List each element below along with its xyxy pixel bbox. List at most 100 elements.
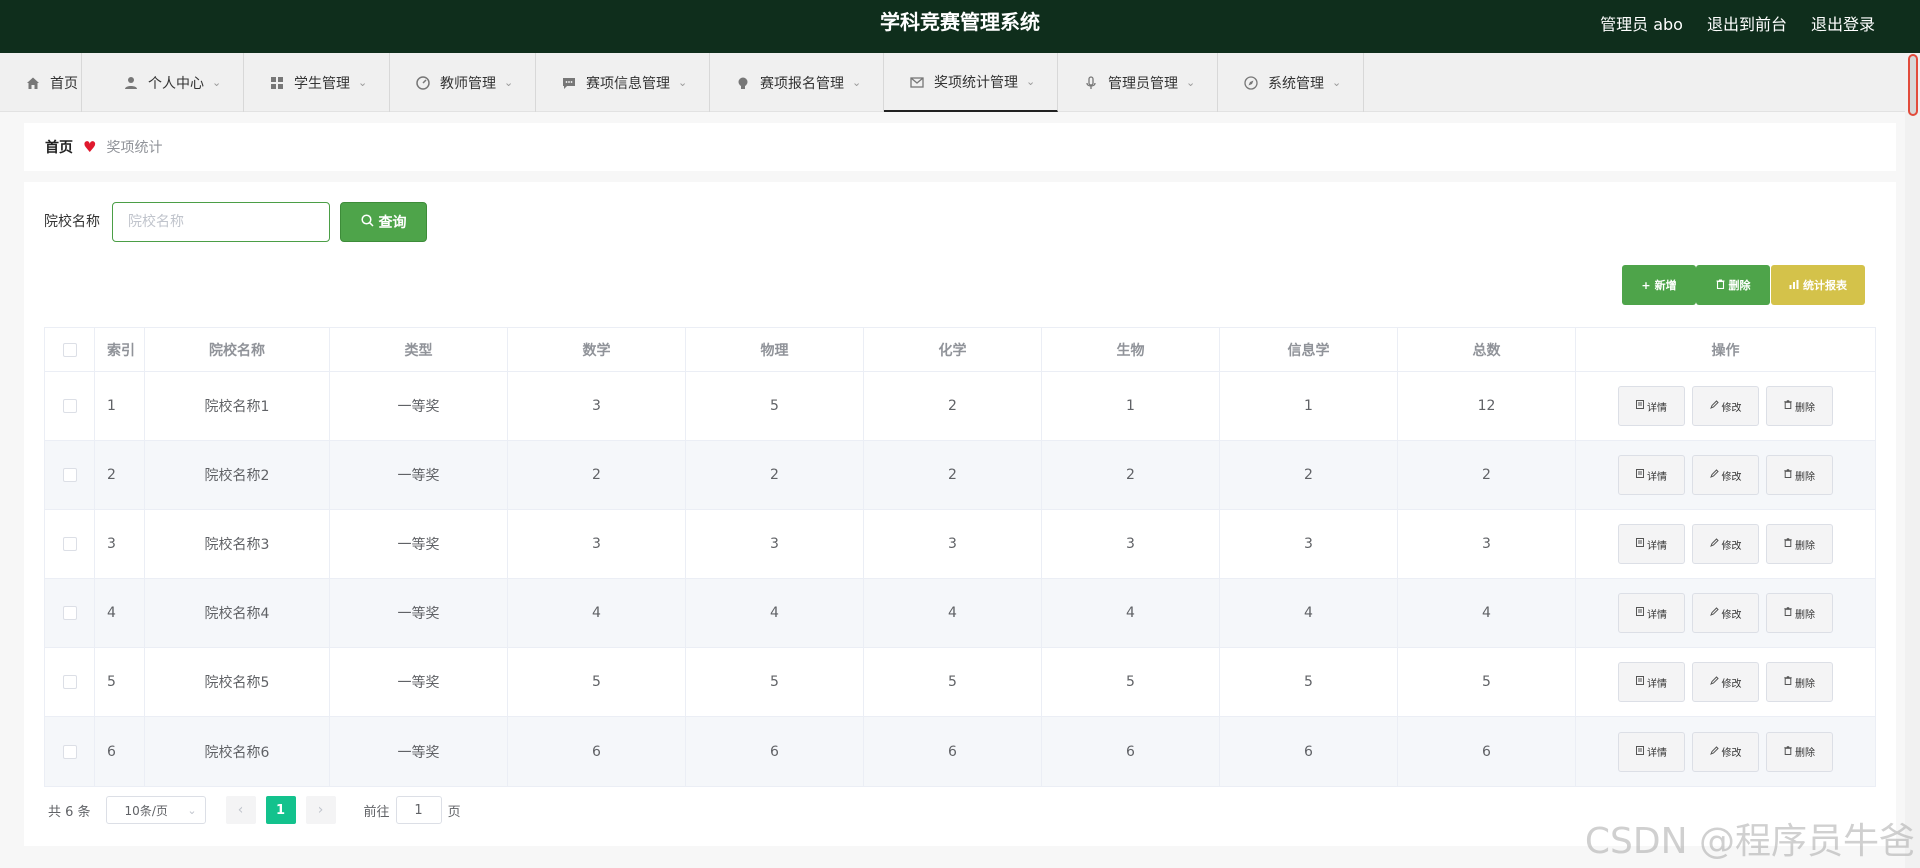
nav-label: 教师管理 [440,75,496,92]
page-scrollbar[interactable] [1905,53,1920,868]
delete-button[interactable]: 删除 [1766,524,1833,564]
logout-link[interactable]: 退出登录 [1811,11,1875,35]
document-icon [1636,745,1644,758]
home-icon [24,74,42,92]
nav-label: 赛项报名管理 [760,75,844,92]
cell-chemistry: 5 [864,648,1042,716]
nav-label: 个人中心 [148,75,204,92]
delete-button[interactable]: 删除 [1766,731,1833,772]
nav-item-award-stats-mgmt[interactable]: 奖项统计管理 ⌄ [884,53,1058,112]
chevron-down-icon: ⌄ [504,76,514,89]
table-header-row: 索引 院校名称 类型 数学 物理 化学 生物 信息学 总数 操作 [45,328,1875,372]
nav-item-teacher-mgmt[interactable]: 教师管理 ⌄ [390,53,536,112]
edit-button[interactable]: 修改 [1692,524,1759,564]
nav-item-event-info-mgmt[interactable]: 赛项信息管理 ⌄ [536,53,710,112]
nav-label: 学生管理 [294,75,350,92]
bulb-icon [734,74,752,92]
goto-suffix: 页 [447,804,461,820]
trash-icon [1784,538,1792,550]
cell-school-name: 院校名称4 [145,579,330,647]
row-checkbox[interactable] [62,537,77,551]
detail-label: 详情 [1647,471,1667,483]
detail-button[interactable]: 详情 [1618,662,1685,702]
edit-label: 修改 [1721,540,1742,552]
prev-page-button[interactable]: ‹ [225,796,256,824]
exit-to-front-link[interactable]: 退出到前台 [1707,11,1787,35]
delete-button[interactable]: 删除 [1766,455,1833,495]
header-actions: 管理员 abo 退出到前台 退出登录 [1600,0,1875,45]
cell-school-name: 院校名称3 [145,510,330,578]
nav-item-system-mgmt[interactable]: 系统管理 ⌄ [1218,53,1364,112]
top-header: 学科竞赛管理系统 管理员 abo 退出到前台 退出登录 [0,0,1920,53]
search-label: 院校名称 [44,214,100,230]
cell-informatics: 5 [1220,648,1398,716]
chevron-down-icon: ⌄ [212,76,222,89]
school-name-input[interactable] [112,202,330,242]
award-stats-table: 索引 院校名称 类型 数学 物理 化学 生物 信息学 总数 操作 1 院校名称1 一… [44,327,1876,787]
breadcrumb-home[interactable]: 首页 [45,137,73,157]
goto-page-input[interactable] [395,796,442,824]
row-checkbox[interactable] [62,744,77,759]
cell-biology: 6 [1042,717,1220,786]
edit-button[interactable]: 修改 [1692,386,1759,426]
content-panel: 院校名称 查询 + 新增 删除 统计报表 索引 院校名称 类型 数学 物理 化学… [24,182,1896,846]
row-actions-cell: 详情 修改 删除 [1576,717,1875,786]
nav-label: 首页 [50,75,78,92]
row-checkbox[interactable] [62,399,77,413]
edit-button[interactable]: 修改 [1692,455,1759,495]
table-body: 1 院校名称1 一等奖 3 5 2 1 1 12 详情 修改 删除 2 院校名称2 一等奖 2 2 2 2 2 2 详情修… [45,372,1875,786]
header-school-name: 院校名称 [145,328,330,371]
detail-button[interactable]: 详情 [1618,524,1685,564]
detail-label: 详情 [1647,402,1667,414]
row-checkbox-cell [45,648,95,716]
cell-chemistry: 3 [864,510,1042,578]
edit-button[interactable]: 修改 [1692,662,1759,702]
page-size-select[interactable]: 10条/页 ⌄ [105,796,206,824]
row-checkbox-cell [45,441,95,509]
detail-button[interactable]: 详情 [1618,593,1685,633]
row-checkbox[interactable] [62,606,77,620]
chevron-down-icon: ⌄ [678,76,688,89]
search-button[interactable]: 查询 [340,202,427,242]
mail-icon [908,73,926,91]
nav-item-event-signup-mgmt[interactable]: 赛项报名管理 ⌄ [710,53,884,112]
select-all-checkbox[interactable] [62,342,77,357]
row-checkbox-cell [45,717,95,786]
edit-button[interactable]: 修改 [1692,731,1759,772]
cell-total: 6 [1398,717,1576,786]
delete-button[interactable]: 删除 [1766,593,1833,633]
bulk-delete-button[interactable]: 删除 [1696,265,1770,305]
nav-item-admin-mgmt[interactable]: 管理员管理 ⌄ [1058,53,1218,112]
delete-label: 删除 [1795,540,1815,552]
stats-report-button[interactable]: 统计报表 [1771,265,1865,305]
admin-user-label[interactable]: 管理员 abo [1600,11,1683,35]
nav-item-personal-center[interactable]: 个人中心 ⌄ [98,53,244,112]
detail-button[interactable]: 详情 [1618,455,1685,495]
cell-physics: 5 [686,372,864,440]
delete-button[interactable]: 删除 [1766,386,1833,426]
cell-informatics: 3 [1220,510,1398,578]
delete-button[interactable]: 删除 [1766,662,1833,702]
header-informatics: 信息学 [1220,328,1398,371]
detail-button[interactable]: 详情 [1618,386,1685,426]
detail-label: 详情 [1647,609,1667,621]
heart-icon: ♥ [83,138,97,156]
nav-item-student-mgmt[interactable]: 学生管理 ⌄ [244,53,390,112]
row-checkbox[interactable] [62,468,77,482]
bar-chart-icon [1789,279,1799,292]
nav-item-home[interactable]: 首页 [0,53,82,112]
cell-index: 4 [95,579,145,647]
row-checkbox[interactable] [62,675,77,689]
edit-button[interactable]: 修改 [1692,593,1759,633]
scrollbar-thumb[interactable] [1908,54,1918,116]
add-button[interactable]: + 新增 [1622,265,1696,305]
header-type: 类型 [330,328,508,371]
cell-physics: 3 [686,510,864,578]
cell-type: 一等奖 [330,717,508,786]
detail-button[interactable]: 详情 [1618,731,1685,772]
next-page-button[interactable]: › [305,796,336,824]
page-number-current[interactable]: 1 [265,796,296,824]
cell-type: 一等奖 [330,510,508,578]
cell-math: 3 [508,510,686,578]
header-index: 索引 [95,328,145,371]
